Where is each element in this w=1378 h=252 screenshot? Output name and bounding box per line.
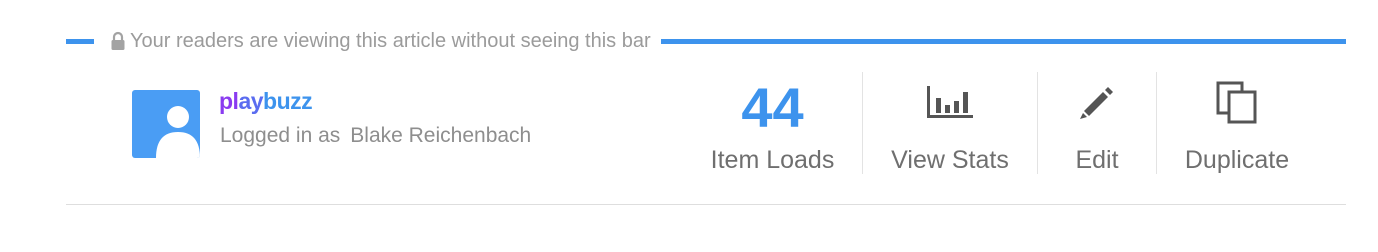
logo-segment-3: buzz <box>263 88 313 114</box>
bottom-divider <box>66 204 1346 205</box>
notice-accent-line-left <box>66 38 94 44</box>
username: Blake Reichenbach <box>350 124 532 147</box>
user-avatar-icon <box>132 90 200 158</box>
logo-segment-1: pl <box>219 88 239 114</box>
bar-chart-icon <box>926 84 974 125</box>
logged-in-status: Logged in as Blake Reichenbach <box>220 124 531 148</box>
logged-in-prefix: Logged in as <box>220 124 341 147</box>
duplicate-icon <box>1215 80 1259 129</box>
view-stats-button[interactable]: View Stats <box>880 70 1020 175</box>
view-stats-label: View Stats <box>891 146 1009 174</box>
logo-segment-2: ay <box>238 88 264 114</box>
divider <box>1037 72 1038 174</box>
duplicate-button[interactable]: Duplicate <box>1168 70 1306 175</box>
item-loads-label: Item Loads <box>710 146 835 174</box>
edit-button[interactable]: Edit <box>1050 70 1144 175</box>
divider <box>862 72 863 174</box>
item-loads-count: 44 <box>741 76 804 139</box>
lock-icon <box>110 31 126 51</box>
preview-notice-text: Your readers are viewing this article wi… <box>130 29 651 52</box>
notice-accent-line-right <box>660 38 1346 44</box>
pencil-icon <box>1077 82 1117 127</box>
item-loads-stat: 44 Item Loads <box>700 70 845 175</box>
duplicate-label: Duplicate <box>1184 146 1290 174</box>
playbuzz-logo[interactable]: playbuzz <box>219 88 313 115</box>
preview-notice-bar: Your readers are viewing this article wi… <box>66 26 1346 56</box>
edit-label: Edit <box>1075 146 1119 174</box>
divider <box>1156 72 1157 174</box>
